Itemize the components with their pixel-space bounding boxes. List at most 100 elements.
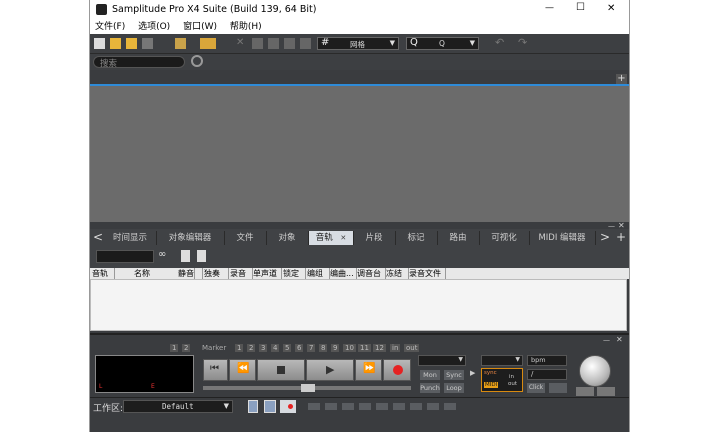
- expand-arrow-icon[interactable]: ▶: [470, 369, 475, 377]
- col-mixer[interactable]: 调音台: [357, 268, 386, 279]
- align-left-icon[interactable]: [268, 38, 279, 49]
- col-record[interactable]: 录音: [230, 268, 253, 279]
- sync-midi-panel[interactable]: sync in MIDI out: [481, 368, 523, 392]
- col-track[interactable]: 音轨: [92, 268, 115, 279]
- marker-9[interactable]: 9: [331, 344, 340, 352]
- marker-10[interactable]: 10: [343, 344, 356, 352]
- track-edit-document-icon[interactable]: [197, 250, 206, 262]
- go-to-start-button[interactable]: ⏮: [203, 359, 228, 381]
- col-mono[interactable]: 单声道: [253, 268, 282, 279]
- tab-midi-editor[interactable]: MIDI 编辑器: [529, 231, 596, 245]
- time-display[interactable]: L E: [95, 355, 194, 393]
- transport-mode-select[interactable]: ▼: [418, 355, 466, 366]
- play-button[interactable]: ▶: [306, 359, 354, 381]
- tab-visualization[interactable]: 可视化: [479, 231, 530, 245]
- time-signature-field[interactable]: /: [527, 369, 567, 380]
- transport-close-icon[interactable]: ✕: [616, 335, 623, 344]
- marker-11[interactable]: 11: [358, 344, 371, 352]
- import-icon[interactable]: [175, 38, 186, 49]
- metronome-settings-icon[interactable]: [549, 383, 567, 393]
- marker-6[interactable]: 6: [295, 344, 304, 352]
- align-center-icon[interactable]: [284, 38, 295, 49]
- col-lock[interactable]: 锁定: [283, 268, 306, 279]
- record-button[interactable]: [383, 359, 411, 381]
- tab-tracks[interactable]: 音轨 ✕: [309, 231, 354, 245]
- minimize-button[interactable]: —: [545, 3, 554, 13]
- click-button[interactable]: Click: [527, 383, 545, 393]
- open-project-icon[interactable]: [126, 38, 137, 49]
- col-arrange[interactable]: 编曲...: [330, 268, 357, 279]
- loop-button[interactable]: Loop: [444, 383, 464, 393]
- undo-icon[interactable]: ↶: [495, 36, 506, 49]
- arrange-area[interactable]: [90, 84, 629, 222]
- tab-object-editor[interactable]: 对象编辑器: [156, 231, 225, 245]
- binoculars-icon[interactable]: ∞: [158, 249, 166, 260]
- track-filter-input[interactable]: [96, 250, 154, 263]
- col-mute[interactable]: 静音: [178, 268, 203, 279]
- tab-close-icon[interactable]: ✕: [340, 234, 346, 242]
- tabs-add-icon[interactable]: +: [616, 230, 626, 244]
- save-icon[interactable]: [142, 38, 153, 49]
- maximize-button[interactable]: ☐: [576, 2, 585, 13]
- in-marker[interactable]: in: [390, 344, 401, 352]
- transport-minimize-icon[interactable]: —: [603, 336, 610, 344]
- track-table-body[interactable]: [90, 279, 627, 331]
- layout-grid-icon[interactable]: [264, 400, 276, 413]
- zoom-select[interactable]: Q Q ▼: [406, 37, 479, 50]
- export-icon[interactable]: [200, 38, 216, 49]
- col-group[interactable]: 编组: [307, 268, 330, 279]
- align-right-icon[interactable]: [300, 38, 311, 49]
- marker-5[interactable]: 5: [283, 344, 292, 352]
- stop-button[interactable]: [257, 359, 305, 381]
- close-button[interactable]: ✕: [607, 3, 615, 14]
- layout-vertical-icon[interactable]: [248, 400, 258, 413]
- tabs-scroll-right-icon[interactable]: >: [600, 230, 610, 244]
- search-icon[interactable]: [191, 55, 203, 67]
- menu-help[interactable]: 帮助(H): [230, 22, 262, 32]
- tab-files[interactable]: 文件: [224, 231, 267, 245]
- workspace-select[interactable]: Default ▼: [123, 400, 233, 413]
- tab-ranges[interactable]: 片段: [353, 231, 396, 245]
- punch-button[interactable]: Punch: [420, 383, 440, 393]
- knob-right-button[interactable]: [597, 387, 615, 396]
- col-solo[interactable]: 独奏: [204, 268, 229, 279]
- marker-2[interactable]: 2: [247, 344, 256, 352]
- mon-button[interactable]: Mon: [420, 370, 440, 380]
- track-document-icon[interactable]: [181, 250, 190, 262]
- menu-options[interactable]: 选项(O): [138, 22, 170, 32]
- cut-icon[interactable]: ✕: [236, 37, 247, 48]
- left-num-1[interactable]: 1: [170, 344, 179, 352]
- fast-forward-button[interactable]: ⏩: [355, 359, 382, 381]
- marker-3[interactable]: 3: [259, 344, 268, 352]
- position-slider[interactable]: [203, 384, 411, 392]
- grid-select[interactable]: # 网格 ▼: [317, 37, 399, 50]
- marker-4[interactable]: 4: [271, 344, 280, 352]
- split-icon[interactable]: [252, 38, 263, 49]
- bpm-field[interactable]: bpm: [527, 355, 567, 366]
- tab-time-display[interactable]: 时间显示: [104, 231, 157, 245]
- left-num-2[interactable]: 2: [182, 344, 191, 352]
- knob-left-button[interactable]: [576, 387, 594, 396]
- tab-markers[interactable]: 标记: [395, 231, 438, 245]
- marker-7[interactable]: 7: [307, 344, 316, 352]
- bottom-tools-icon[interactable]: [308, 403, 458, 410]
- search-input[interactable]: 搜索: [93, 56, 185, 69]
- redo-icon[interactable]: ↷: [518, 36, 529, 49]
- tab-routing[interactable]: 路由: [437, 231, 480, 245]
- marker-1[interactable]: 1: [235, 344, 244, 352]
- sync-midi-select[interactable]: ▼: [481, 355, 523, 366]
- new-file-icon[interactable]: [94, 38, 105, 49]
- marker-8[interactable]: 8: [319, 344, 328, 352]
- open-folder-icon[interactable]: [110, 38, 121, 49]
- menu-window[interactable]: 窗口(W): [183, 22, 217, 32]
- col-record-file[interactable]: 录音文件: [409, 268, 446, 279]
- sync-button[interactable]: Sync: [444, 370, 464, 380]
- rewind-button[interactable]: ⏪: [229, 359, 256, 381]
- tab-objects[interactable]: 对象: [266, 231, 309, 245]
- col-freeze[interactable]: 冻结: [386, 268, 409, 279]
- tabs-scroll-left-icon[interactable]: <: [93, 230, 103, 244]
- menu-file[interactable]: 文件(F): [95, 22, 125, 32]
- marker-12[interactable]: 12: [373, 344, 386, 352]
- master-volume-knob[interactable]: [579, 355, 611, 387]
- record-mode-icon[interactable]: [280, 400, 296, 413]
